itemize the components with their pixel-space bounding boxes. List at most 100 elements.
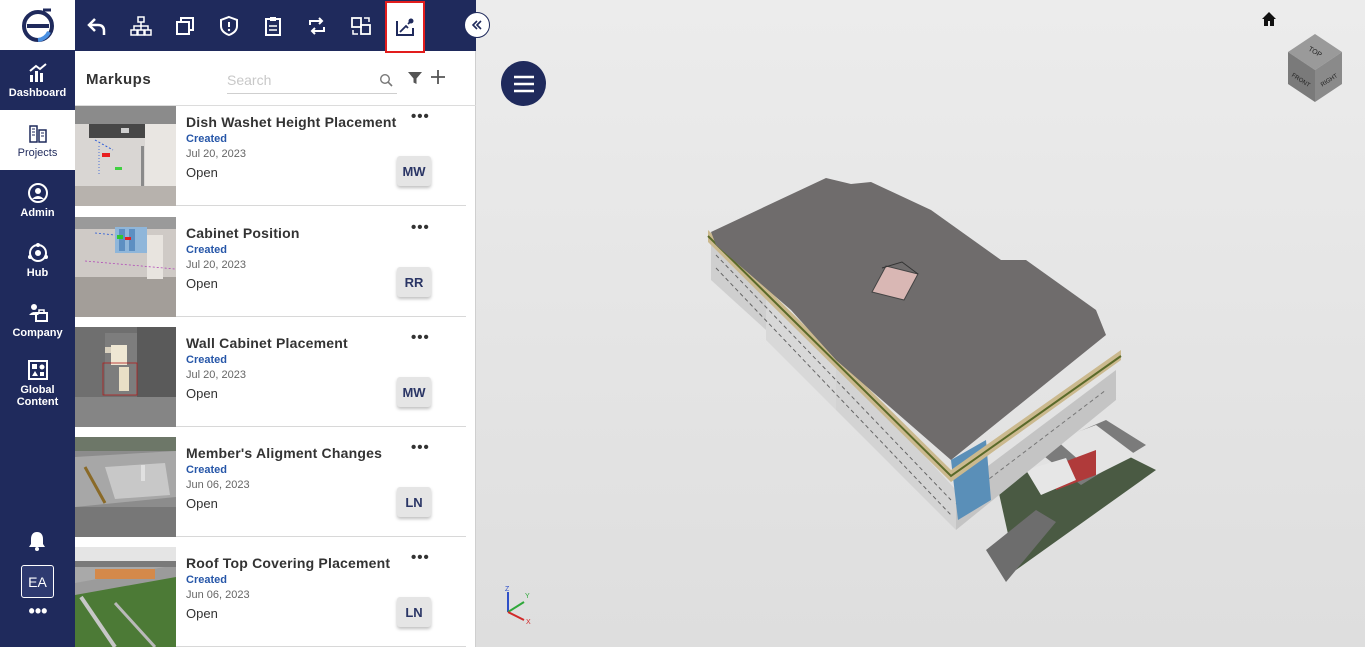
hamburger-icon xyxy=(513,75,534,92)
panel-title: Markups xyxy=(86,71,152,88)
markup-state: Open xyxy=(186,606,218,621)
nav-label: Admin xyxy=(20,206,55,219)
nav-item-projects[interactable]: Projects xyxy=(0,110,75,170)
nav-item-hub[interactable]: Hub xyxy=(0,230,75,290)
model-viewer[interactable]: TOP FRONT RIGHT Z Y X xyxy=(476,0,1365,647)
clipboard-icon xyxy=(265,17,281,36)
nav-label: Dashboard xyxy=(8,86,67,99)
assignee-badge: LN xyxy=(397,597,431,627)
user-avatar[interactable]: EA xyxy=(21,565,54,598)
markup-title: Member's Aligment Changes xyxy=(186,445,383,461)
nav-label: Global Content xyxy=(16,383,59,408)
axis-z-label: Z xyxy=(505,586,510,593)
markup-more-icon[interactable]: ••• xyxy=(411,550,430,565)
axis-x-label: X xyxy=(526,619,531,624)
hierarchy-icon xyxy=(130,16,152,36)
markups-list: Dish Washet Height Placement Created Jul… xyxy=(75,106,476,647)
markup-edit-icon xyxy=(396,18,414,36)
nav-label: Company xyxy=(12,326,63,339)
assignee-badge: MW xyxy=(397,377,431,407)
global-content-icon xyxy=(27,359,48,380)
left-nav-rail: Dashboard Projects Admin Hub Company Glo… xyxy=(0,0,75,647)
markup-date: Jul 20, 2023 xyxy=(186,148,246,160)
markup-thumbnail xyxy=(75,547,176,647)
markup-tool-button[interactable] xyxy=(385,1,425,53)
assignee-badge: MW xyxy=(397,156,431,186)
markup-date: Jun 06, 2023 xyxy=(186,479,250,491)
filter-icon[interactable] xyxy=(407,70,423,86)
clipboard-tool-button[interactable] xyxy=(253,5,293,47)
markup-card[interactable]: Cabinet Position Created Jul 20, 2023 Op… xyxy=(75,217,466,317)
company-icon xyxy=(28,303,48,322)
markup-status: Created xyxy=(186,133,227,145)
markup-thumbnail xyxy=(75,327,176,427)
markup-status: Created xyxy=(186,354,227,366)
markup-more-icon[interactable]: ••• xyxy=(411,220,430,235)
hierarchy-tool-button[interactable] xyxy=(121,5,161,47)
markup-card[interactable]: Roof Top Covering Placement Created Jun … xyxy=(75,547,466,647)
markup-state: Open xyxy=(186,165,218,180)
markup-thumbnail xyxy=(75,106,176,206)
search-icon[interactable] xyxy=(379,73,393,87)
nav-item-global-content[interactable]: Global Content xyxy=(0,352,75,414)
markup-date: Jun 06, 2023 xyxy=(186,589,250,601)
markup-thumbnail xyxy=(75,437,176,537)
viewer-menu-button[interactable] xyxy=(501,61,546,106)
home-icon[interactable] xyxy=(1260,10,1278,28)
nav-item-admin[interactable]: Admin xyxy=(0,170,75,230)
markup-thumbnail xyxy=(75,217,176,317)
sync-icon xyxy=(309,17,325,35)
issues-tool-button[interactable] xyxy=(209,5,249,47)
markup-state: Open xyxy=(186,276,218,291)
sync-tool-button[interactable] xyxy=(297,5,337,47)
markup-state: Open xyxy=(186,496,218,511)
axis-triad: Z Y X xyxy=(505,586,531,624)
markup-more-icon[interactable]: ••• xyxy=(411,109,430,124)
app: Dashboard Projects Admin Hub Company Glo… xyxy=(0,0,1365,647)
markup-date: Jul 20, 2023 xyxy=(186,259,246,271)
nav-item-company[interactable]: Company xyxy=(0,290,75,350)
compare-icon xyxy=(351,17,371,35)
markup-state: Open xyxy=(186,386,218,401)
assignee-badge: RR xyxy=(397,267,431,297)
markup-title: Wall Cabinet Placement xyxy=(186,335,348,351)
markup-title: Roof Top Covering Placement xyxy=(186,555,391,571)
markup-date: Jul 20, 2023 xyxy=(186,369,246,381)
shield-alert-icon xyxy=(220,15,238,37)
buildings-icon xyxy=(28,124,47,143)
copy-icon xyxy=(176,17,194,35)
compare-tool-button[interactable] xyxy=(341,5,381,47)
markup-card[interactable]: Dish Washet Height Placement Created Jul… xyxy=(75,106,466,206)
markup-more-icon[interactable]: ••• xyxy=(411,330,430,345)
building-model xyxy=(707,178,1156,582)
search-input[interactable] xyxy=(227,68,367,92)
bell-icon[interactable] xyxy=(26,530,48,552)
markup-card[interactable]: Wall Cabinet Placement Created Jul 20, 2… xyxy=(75,327,466,427)
back-tool-button[interactable] xyxy=(77,5,117,47)
view-cube[interactable]: TOP FRONT RIGHT xyxy=(1280,30,1350,105)
collapse-panel-button[interactable] xyxy=(464,12,490,38)
hub-icon xyxy=(27,242,48,262)
panel-header: Markups xyxy=(75,51,476,106)
add-icon[interactable] xyxy=(429,68,447,86)
search-box xyxy=(227,68,397,94)
markup-title: Cabinet Position xyxy=(186,225,300,241)
undo-arrow-icon xyxy=(87,18,106,35)
chart-icon xyxy=(28,62,47,82)
admin-icon xyxy=(27,182,48,203)
more-menu-icon[interactable]: ••• xyxy=(24,602,52,621)
markup-status: Created xyxy=(186,574,227,586)
panel-toolbar xyxy=(75,0,476,53)
markup-card[interactable]: Member's Aligment Changes Created Jun 06… xyxy=(75,437,466,537)
layers-tool-button[interactable] xyxy=(165,5,205,47)
nav-label: Hub xyxy=(26,266,49,279)
nav-label: Projects xyxy=(17,146,58,159)
logo-icon xyxy=(21,8,54,42)
double-chevron-left-icon xyxy=(471,20,482,30)
nav-item-dashboard[interactable]: Dashboard xyxy=(0,50,75,110)
app-logo[interactable] xyxy=(0,0,75,50)
axis-y-label: Y xyxy=(525,593,530,600)
markup-status: Created xyxy=(186,464,227,476)
assignee-badge: LN xyxy=(397,487,431,517)
markup-more-icon[interactable]: ••• xyxy=(411,440,430,455)
